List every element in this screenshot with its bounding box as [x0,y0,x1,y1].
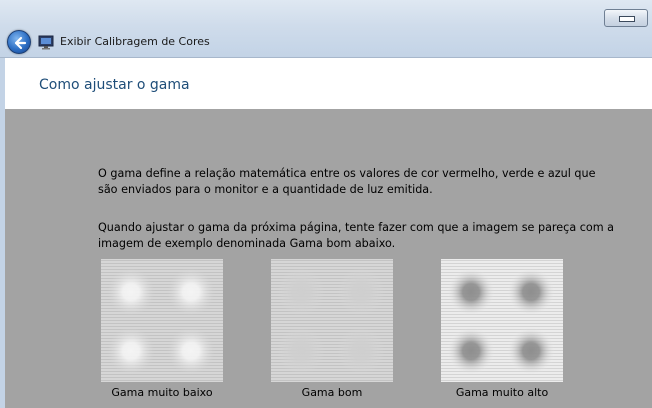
window-left-border [0,58,5,408]
gamma-spot [507,327,555,375]
gamma-spot [277,268,325,316]
gamma-definition-text: O gama define a relação matemática entre… [98,167,596,196]
gamma-instruction-text: Quando ajustar o gama da próxima página,… [98,221,615,250]
gamma-sample-low [101,259,223,382]
gamma-spot [107,327,155,375]
gamma-pattern-low [101,259,223,382]
gamma-spot [107,268,155,316]
window-title: Exibir Calibragem de Cores [60,35,210,48]
close-button[interactable] [604,9,648,27]
gamma-pattern-high [441,259,563,382]
gamma-sample-low-label: Gama muito baixo [111,386,213,399]
gamma-sample-high [441,259,563,382]
gamma-spot [447,327,495,375]
gamma-spot [447,268,495,316]
gamma-sample-good [271,259,393,382]
display-calibration-icon [38,35,54,50]
header-band: Como ajustar o gama [5,58,652,109]
back-arrow-icon [14,36,27,50]
gamma-pattern-good [271,259,393,382]
gamma-spot [337,327,385,375]
gamma-spot [277,327,325,375]
back-button[interactable] [7,30,31,54]
gamma-sample-high-label: Gama muito alto [455,386,549,399]
gamma-spot [167,268,215,316]
gamma-spot [167,327,215,375]
gamma-spot [507,268,555,316]
page-title: Como ajustar o gama [39,77,190,93]
gamma-sample-good-label: Gama bom [301,386,363,399]
gamma-spot [337,268,385,316]
window-titlebar: Exibir Calibragem de Cores [0,0,652,58]
